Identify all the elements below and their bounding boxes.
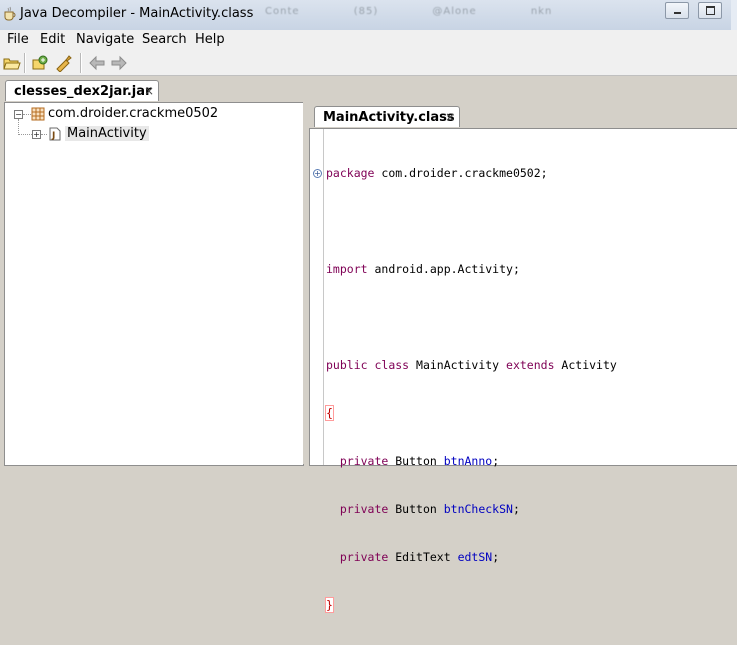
field-type: Button <box>388 454 444 468</box>
back-arrow-icon[interactable] <box>88 54 106 72</box>
close-icon[interactable]: × <box>144 84 154 98</box>
maximize-icon <box>706 6 715 15</box>
menu-navigate[interactable]: Navigate <box>76 32 134 47</box>
semicolon: ; <box>492 454 500 468</box>
menu-bar: File Edit Navigate Search Help <box>0 30 737 50</box>
package-icon <box>31 107 45 121</box>
blurred-text: (85) <box>353 6 379 17</box>
tree-class-text: MainActivity <box>65 126 149 141</box>
code-line: public class MainActivity extends Activi… <box>326 357 617 373</box>
blurred-text: @Alone <box>432 6 477 17</box>
menu-file[interactable]: File <box>7 32 29 47</box>
minimize-button[interactable] <box>664 2 689 19</box>
field-name: edtSN <box>457 550 493 564</box>
blurred-text: nkn <box>530 6 553 17</box>
java-file-icon: J <box>49 127 61 141</box>
field-type: Button <box>388 502 444 516</box>
tree-class-label[interactable]: MainActivity <box>65 126 149 141</box>
keyword: private <box>339 454 389 468</box>
menu-help[interactable]: Help <box>195 32 225 47</box>
code-line: package com.droider.crackme0502; <box>326 165 617 181</box>
forward-arrow-icon[interactable] <box>110 54 128 72</box>
code-line: private EditText edtSN; <box>326 549 617 565</box>
window-title: Java Decompiler - MainActivity.class <box>20 6 254 21</box>
coffee-cup-icon <box>4 6 16 21</box>
keyword: public <box>326 358 368 372</box>
code-editor[interactable]: + package com.droider.crackme0502; impor… <box>309 128 737 613</box>
tree-connector <box>41 134 47 135</box>
code-line: } <box>325 597 617 613</box>
code-line: { <box>325 405 617 421</box>
menu-search[interactable]: Search <box>142 32 187 47</box>
keyword: private <box>339 550 389 564</box>
close-icon[interactable]: × <box>445 110 455 124</box>
jar-panel: clesses_dex2jar.jar × − com.droider.crac… <box>0 76 306 466</box>
tree-connector <box>18 134 32 135</box>
tab-mainactivity-class[interactable]: MainActivity.class × <box>314 106 460 127</box>
svg-text:J: J <box>51 131 55 141</box>
keyword: import <box>326 262 368 276</box>
main-area: clesses_dex2jar.jar × − com.droider.crac… <box>0 76 737 613</box>
toolbar-separator <box>24 53 26 73</box>
background-window-texts: Conte (85) @Alone nkn <box>265 6 602 17</box>
class-name: MainActivity <box>409 358 507 372</box>
fold-expand-icon[interactable]: + <box>313 169 322 178</box>
source-code: package com.droider.crackme0502; import … <box>325 133 617 645</box>
code-line: private Button btnAnno; <box>326 453 617 469</box>
collapse-icon[interactable]: − <box>14 110 23 119</box>
tab-jar-file[interactable]: clesses_dex2jar.jar × <box>5 80 159 101</box>
package-name: com.droider.crackme0502; <box>374 166 548 180</box>
keyword: private <box>339 502 389 516</box>
maximize-button[interactable] <box>698 2 722 19</box>
window-edge <box>731 0 737 30</box>
editor-gutter <box>310 129 324 465</box>
keyword: extends <box>506 358 555 372</box>
close-brace: } <box>325 597 334 613</box>
expand-icon[interactable]: + <box>32 130 41 139</box>
toolbar <box>0 50 737 76</box>
tab-label: clesses_dex2jar.jar <box>14 84 152 99</box>
tab-label: MainActivity.class <box>323 110 455 125</box>
field-name: btnCheckSN <box>443 502 513 516</box>
blurred-text: Conte <box>265 6 300 17</box>
menu-edit[interactable]: Edit <box>40 32 65 47</box>
editor-panel: MainActivity.class × + package com.droid… <box>309 102 737 613</box>
open-file-icon[interactable] <box>3 54 21 72</box>
tree-package-label[interactable]: com.droider.crackme0502 <box>48 106 218 121</box>
code-line: import android.app.Activity; <box>326 261 617 277</box>
keyword: package <box>326 166 375 180</box>
reference-icon[interactable] <box>55 54 73 72</box>
minimize-icon <box>673 12 681 14</box>
import-name: android.app.Activity; <box>367 262 520 276</box>
field-name: btnAnno <box>443 454 493 468</box>
semicolon: ; <box>492 550 500 564</box>
code-line: private Button btnCheckSN; <box>326 501 617 517</box>
tree-connector <box>23 114 31 115</box>
open-type-icon[interactable] <box>32 54 50 72</box>
field-type: EditText <box>388 550 458 564</box>
package-tree: − com.droider.crackme0502 + J MainActivi… <box>4 102 304 466</box>
title-bar: Java Decompiler - MainActivity.class Con… <box>0 0 737 30</box>
super-class-name: Activity <box>554 358 617 372</box>
toolbar-separator <box>80 53 82 73</box>
tree-connector <box>18 119 19 133</box>
open-brace: { <box>325 405 334 421</box>
semicolon: ; <box>512 502 520 516</box>
keyword: class <box>367 358 410 372</box>
